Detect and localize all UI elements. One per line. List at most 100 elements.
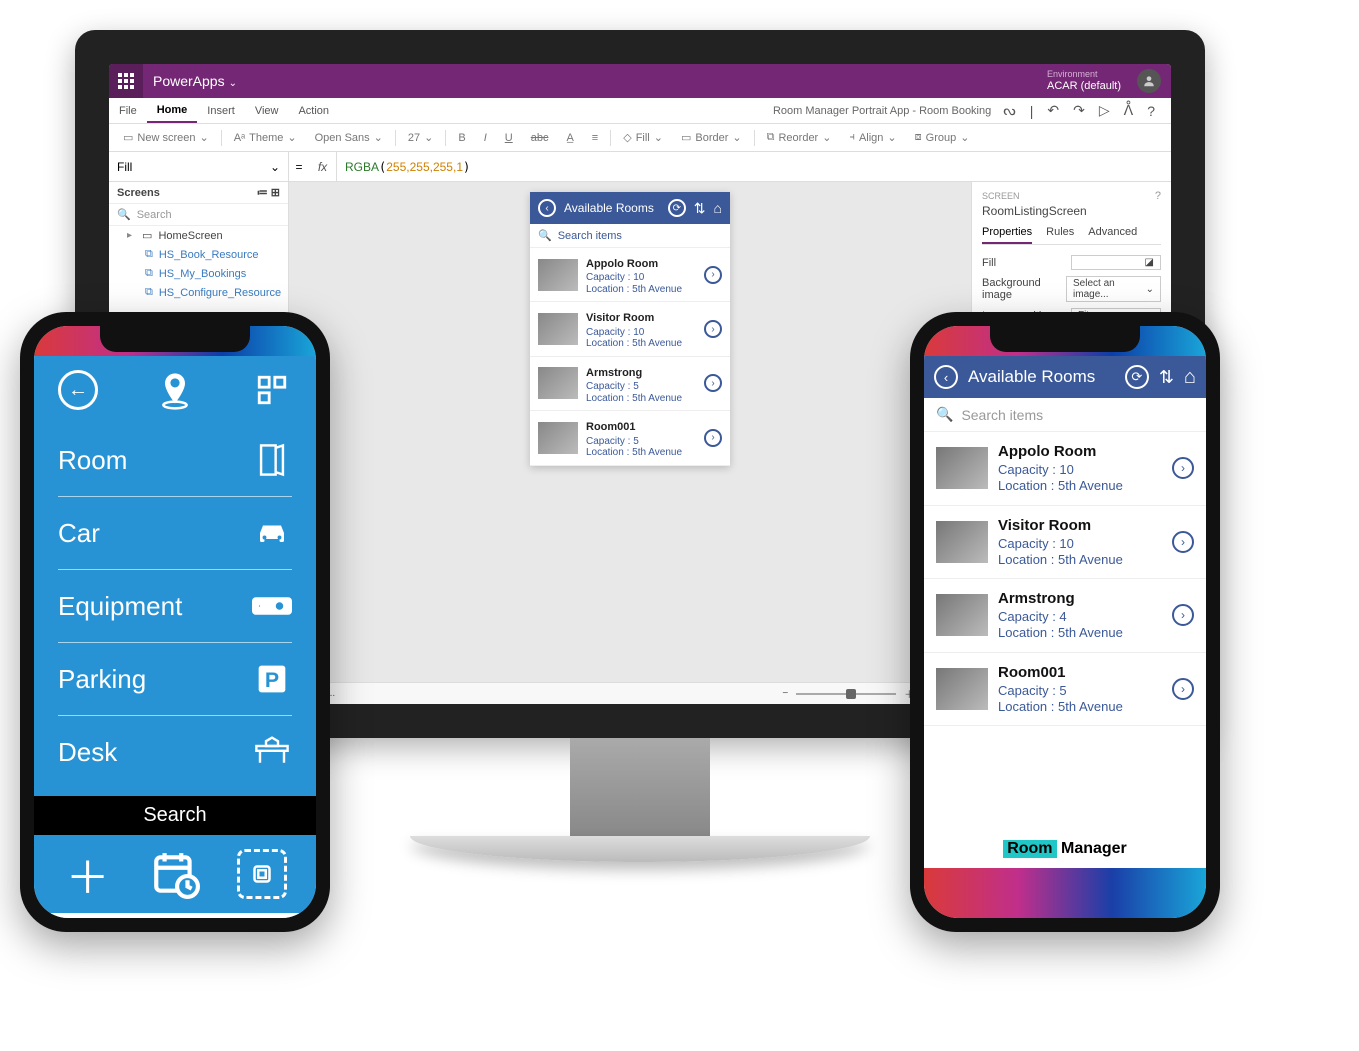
fill-color-input[interactable]: ◪ — [1071, 255, 1161, 270]
parking-icon: P — [252, 659, 292, 699]
font-color-button[interactable]: A̲ — [560, 132, 579, 144]
category-room[interactable]: Room — [58, 424, 292, 497]
chevron-right-icon[interactable]: › — [1172, 531, 1194, 553]
formula-input[interactable]: RGBA(255,255,255,1) — [337, 160, 478, 174]
sort-button[interactable]: ⇅ — [694, 200, 706, 217]
tree-item-configure-resource[interactable]: ⧉ HS_Configure_Resource — [109, 283, 288, 302]
app-checker-icon[interactable]: ᔓ — [1003, 102, 1015, 119]
search-icon: 🔍 — [538, 229, 552, 242]
chevron-right-icon[interactable]: › — [704, 429, 722, 447]
strike-button[interactable]: abc — [525, 132, 555, 144]
home-button[interactable]: ⌂ — [714, 200, 722, 216]
search-icon: 🔍 — [936, 406, 953, 423]
room-item[interactable]: Room001Capacity : 5Location : 5th Avenue… — [924, 653, 1206, 727]
reorder-button[interactable]: ⧉ Reorder ⌄ — [761, 131, 838, 144]
group-button[interactable]: ⧈ Group ⌄ — [909, 131, 976, 144]
bgimage-select[interactable]: Select an image...⌄ — [1066, 276, 1161, 302]
tab-advanced[interactable]: Advanced — [1088, 226, 1137, 244]
chevron-right-icon[interactable]: › — [1172, 457, 1194, 479]
refresh-button[interactable]: ⟳ — [668, 199, 686, 217]
app-title: Room Manager Portrait App - Room Booking — [339, 105, 1003, 117]
redo-button[interactable]: ↷ — [1073, 102, 1085, 119]
monitor-base — [410, 836, 870, 862]
menu-insert[interactable]: Insert — [197, 98, 245, 123]
divider: | — [1030, 103, 1034, 119]
menu-file[interactable]: File — [109, 98, 147, 123]
props-help-icon[interactable]: ? — [1155, 190, 1161, 202]
search-box[interactable]: 🔍 Search items — [530, 224, 730, 248]
canvas-app-preview[interactable]: ‹ Available Rooms ⟳ ⇅ ⌂ 🔍 Search items — [530, 192, 730, 466]
tree-view-toggle[interactable]: ≔ ⊞ — [257, 186, 280, 199]
environment-picker[interactable]: Environment ACAR (default) — [1047, 70, 1137, 92]
chevron-right-icon[interactable]: › — [704, 320, 722, 338]
back-button[interactable]: ‹ — [934, 365, 958, 389]
chevron-right-icon[interactable]: › — [1172, 604, 1194, 626]
new-screen-button[interactable]: ▭ New screen ⌄ — [117, 131, 215, 144]
tree-item-book-resource[interactable]: ⧉ HS_Book_Resource — [109, 245, 288, 264]
scan-button[interactable] — [237, 849, 287, 899]
sort-button[interactable]: ⇅ — [1159, 367, 1174, 388]
chevron-right-icon[interactable]: › — [1172, 678, 1194, 700]
theme-button[interactable]: Aᵃ Theme ⌄ — [228, 131, 303, 144]
zoom-out-button[interactable]: − — [782, 688, 788, 699]
app-header: ‹ Available Rooms ⟳ ⇅ ⌂ — [924, 356, 1206, 398]
room-item[interactable]: Appolo RoomCapacity : 10Location : 5th A… — [924, 432, 1206, 506]
menu-view[interactable]: View — [245, 98, 289, 123]
play-button[interactable]: ▷ — [1099, 102, 1110, 119]
category-car[interactable]: Car — [58, 497, 292, 570]
chevron-right-icon[interactable]: › — [704, 374, 722, 392]
underline-button[interactable]: U — [499, 132, 519, 144]
user-avatar[interactable] — [1137, 69, 1161, 93]
category-screen: ← Room Car Equipment ParkingP Desk Searc… — [34, 356, 316, 918]
grid-icon[interactable] — [252, 370, 292, 410]
back-button[interactable]: ← — [58, 370, 98, 410]
bold-button[interactable]: B — [452, 132, 471, 144]
align-button[interactable]: ≡ — [586, 132, 604, 144]
undo-button[interactable]: ↶ — [1047, 102, 1059, 119]
room-item[interactable]: Visitor RoomCapacity : 10Location : 5th … — [530, 302, 730, 356]
category-equipment[interactable]: Equipment — [58, 570, 292, 643]
zoom-slider[interactable] — [796, 693, 896, 695]
powerapps-header: PowerApps⌄ Environment ACAR (default) — [109, 64, 1171, 98]
chevron-right-icon[interactable]: › — [704, 266, 722, 284]
room-item[interactable]: ArmstrongCapacity : 4Location : 5th Aven… — [924, 579, 1206, 653]
room-thumb — [936, 594, 988, 636]
tree-header: Screens ≔ ⊞ — [109, 182, 288, 204]
italic-button[interactable]: I — [478, 132, 493, 144]
search-button[interactable]: Search — [34, 796, 316, 835]
search-box[interactable]: 🔍 Search items — [924, 398, 1206, 432]
menu-home[interactable]: Home — [147, 98, 198, 123]
calendar-button[interactable] — [150, 849, 200, 899]
brand-chevron-icon[interactable]: ⌄ — [229, 78, 237, 89]
fill-button[interactable]: ◇ Fill ⌄ — [617, 131, 669, 144]
tree-search[interactable]: 🔍 Search — [109, 204, 288, 226]
app-launcher-button[interactable] — [109, 64, 143, 98]
menu-action[interactable]: Action — [288, 98, 339, 123]
property-selector[interactable]: Fill⌄ — [109, 152, 289, 181]
tab-properties[interactable]: Properties — [982, 226, 1032, 244]
border-button[interactable]: ▭ Border ⌄ — [675, 131, 748, 144]
room-item[interactable]: Appolo RoomCapacity : 10Location : 5th A… — [530, 248, 730, 302]
category-desk[interactable]: Desk — [58, 716, 292, 788]
car-icon — [252, 513, 292, 553]
door-icon — [252, 440, 292, 480]
help-button[interactable]: ? — [1147, 103, 1155, 119]
room-item[interactable]: Room001Capacity : 5Location : 5th Avenue… — [530, 411, 730, 465]
canvas[interactable]: ‹ Available Rooms ⟳ ⇅ ⌂ 🔍 Search items — [289, 182, 971, 704]
category-parking[interactable]: ParkingP — [58, 643, 292, 716]
fx-icon[interactable]: fx — [309, 152, 337, 181]
home-button[interactable]: ⌂ — [1184, 366, 1196, 389]
refresh-button[interactable]: ⟳ — [1125, 365, 1149, 389]
share-button[interactable]: ᐰ — [1124, 102, 1134, 119]
location-icon[interactable] — [155, 370, 195, 410]
room-item[interactable]: ArmstrongCapacity : 5Location : 5th Aven… — [530, 357, 730, 411]
align-objects-button[interactable]: ⫞ Align ⌄ — [843, 131, 902, 144]
font-size-select[interactable]: 27 ⌄ — [402, 131, 439, 144]
font-select[interactable]: Open Sans ⌄ — [309, 131, 389, 144]
tree-item-homescreen[interactable]: ▭ HomeScreen — [109, 226, 288, 245]
tree-item-my-bookings[interactable]: ⧉ HS_My_Bookings — [109, 264, 288, 283]
back-button[interactable]: ‹ — [538, 199, 556, 217]
add-button[interactable]: ＋ — [63, 849, 113, 899]
room-item[interactable]: Visitor RoomCapacity : 10Location : 5th … — [924, 506, 1206, 580]
tab-rules[interactable]: Rules — [1046, 226, 1074, 244]
